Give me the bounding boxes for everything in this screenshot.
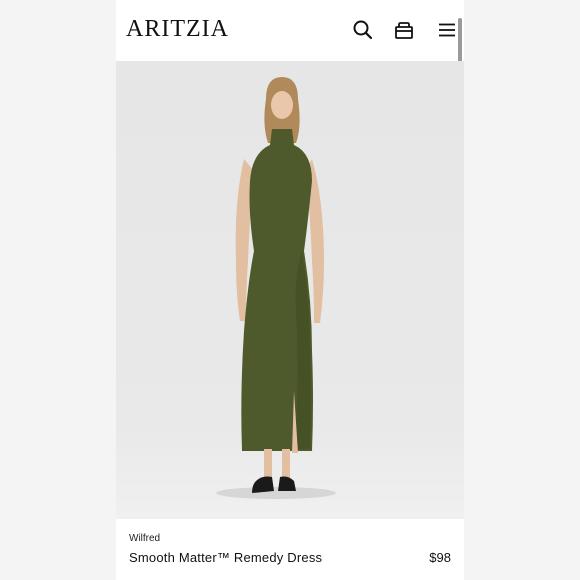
menu-icon[interactable] [435,18,459,42]
left-margin [0,0,116,580]
shopping-bag-icon[interactable] [392,18,416,42]
product-price: $98 [429,550,451,565]
product-name[interactable]: Smooth Matter™ Remedy Dress [129,550,322,565]
mobile-page: ARITZIA Wilfred Smooth Matter™ Remedy Dr… [116,0,464,580]
site-header: ARITZIA [116,0,464,130]
aritzia-logo[interactable]: ARITZIA [126,16,229,43]
search-icon[interactable] [351,18,375,42]
product-info: Wilfred Smooth Matter™ Remedy Dress $98 [116,519,464,580]
product-image[interactable] [116,61,464,519]
right-margin [464,0,580,580]
product-brand[interactable]: Wilfred [129,533,160,544]
